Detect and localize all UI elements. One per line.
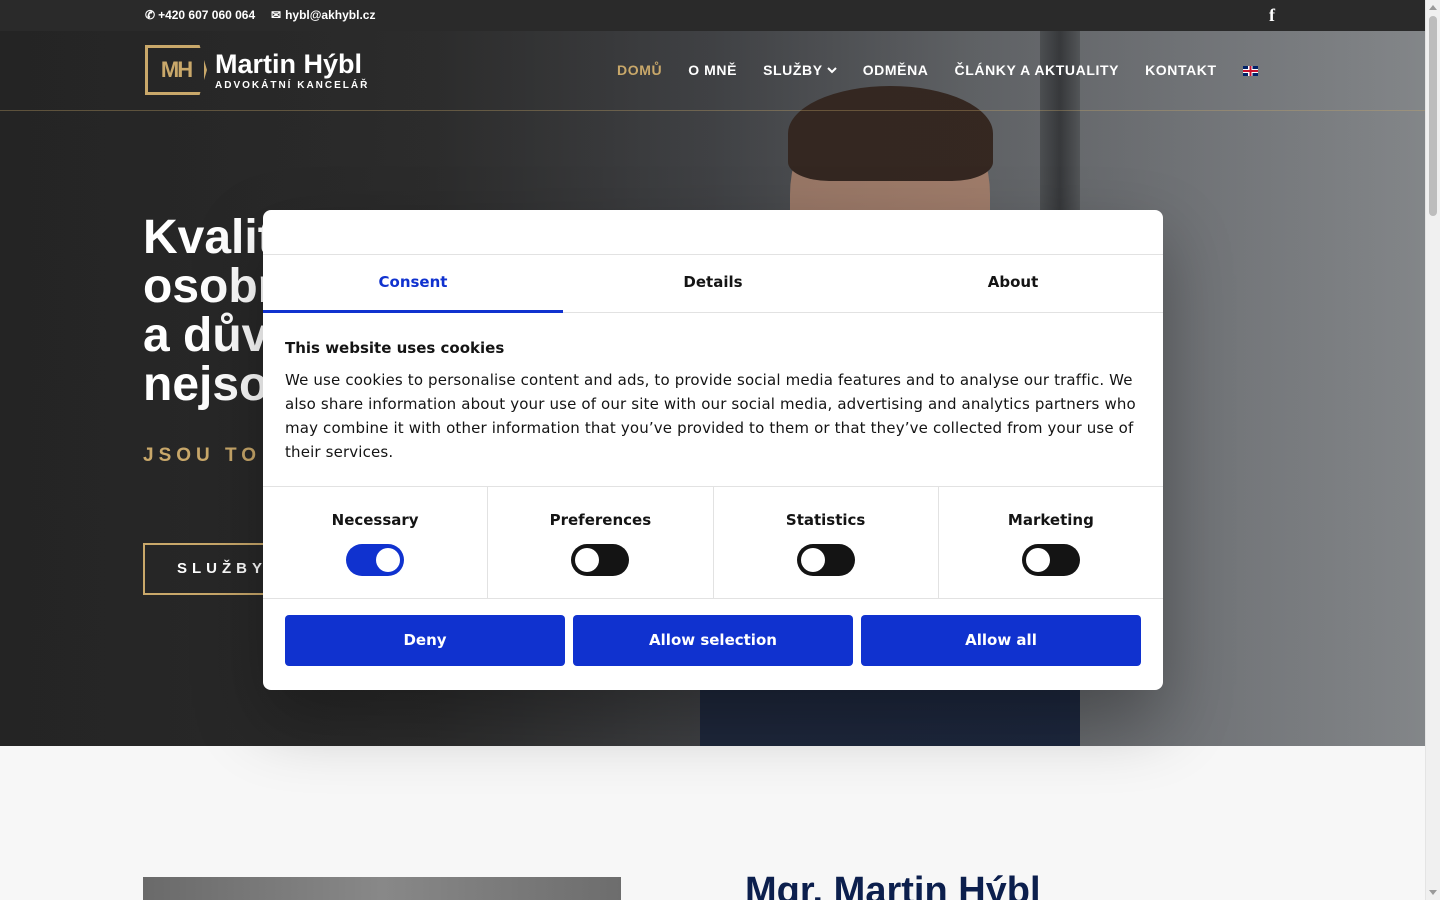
toggle-label-preferences: Preferences xyxy=(549,511,652,529)
allow-selection-button[interactable]: Allow selection xyxy=(573,615,853,666)
page-scrollbar[interactable] xyxy=(1425,0,1440,900)
header-divider xyxy=(0,110,1425,111)
allow-all-button[interactable]: Allow all xyxy=(861,615,1141,666)
toggle-label-marketing: Marketing xyxy=(1007,511,1094,529)
uk-flag-icon xyxy=(1242,66,1258,76)
tab-consent[interactable]: Consent xyxy=(263,255,563,313)
dialog-body: This website uses cookies We use cookies… xyxy=(263,313,1163,487)
scroll-down-icon[interactable] xyxy=(1429,890,1437,895)
toggle-group-necessary: Necessary xyxy=(263,487,489,598)
logo-subtitle: ADVOKÁTNÍ KANCELÁŘ xyxy=(215,79,370,91)
consent-toggles: Necessary Preferences Statistics Marketi… xyxy=(263,487,1163,599)
about-photo xyxy=(143,877,621,900)
dialog-tabs: Consent Details About xyxy=(263,255,1163,313)
phone-link[interactable]: ✆ +420 607 060 064 xyxy=(145,8,255,22)
toggle-group-statistics: Statistics xyxy=(714,487,939,598)
logo-name: Martin Hýbl xyxy=(215,48,363,79)
scrollbar-thumb[interactable] xyxy=(1429,16,1437,216)
phone-icon: ✆ xyxy=(145,8,156,22)
phone-number: +420 607 060 064 xyxy=(158,8,256,22)
about-heading: Mgr. Martin Hýbl xyxy=(745,870,1041,900)
toggle-label-necessary: Necessary xyxy=(331,511,419,529)
chevron-down-icon xyxy=(826,66,837,73)
toggle-knob xyxy=(376,548,401,572)
nav-item-contact[interactable]: KONTAKT xyxy=(1145,62,1217,78)
nav-item-home[interactable]: DOMŮ xyxy=(617,62,662,78)
statistics-toggle[interactable] xyxy=(796,544,855,576)
nav-item-services[interactable]: SLUŽBY xyxy=(763,62,837,78)
language-switch[interactable] xyxy=(1242,62,1258,78)
dialog-header xyxy=(263,210,1163,255)
facebook-icon[interactable]: f xyxy=(1269,5,1275,26)
envelope-icon: ✉ xyxy=(271,8,282,22)
nav-item-articles[interactable]: ČLÁNKY A AKTUALITY xyxy=(955,62,1120,78)
dialog-heading: This website uses cookies xyxy=(285,339,505,357)
logo-mark: MH xyxy=(145,45,207,95)
nav-item-about[interactable]: O MNĚ xyxy=(688,62,737,78)
site-logo[interactable]: MH Martin Hýbl ADVOKÁTNÍ KANCELÁŘ xyxy=(145,45,369,95)
toggle-group-marketing: Marketing xyxy=(939,487,1163,598)
main-nav: DOMŮ O MNĚ SLUŽBY ODMĚNA ČLÁNKY A AKTUAL… xyxy=(617,62,1284,78)
toggle-knob xyxy=(1025,548,1050,572)
tab-about[interactable]: About xyxy=(863,255,1163,312)
toggle-knob xyxy=(575,548,600,572)
email-address: hybl@akhybl.cz xyxy=(285,8,376,22)
toggle-group-preferences: Preferences xyxy=(488,487,714,598)
tab-details[interactable]: Details xyxy=(563,255,863,312)
top-bar: ✆ +420 607 060 064 ✉ hybl@akhybl.cz f xyxy=(0,0,1425,31)
marketing-toggle[interactable] xyxy=(1021,544,1080,576)
toggle-knob xyxy=(800,548,825,572)
necessary-toggle[interactable] xyxy=(346,544,405,576)
dialog-buttons: Deny Allow selection Allow all xyxy=(263,599,1163,666)
email-link[interactable]: ✉ hybl@akhybl.cz xyxy=(271,8,375,22)
cookie-consent-dialog: Consent Details About This website uses … xyxy=(263,210,1163,690)
preferences-toggle[interactable] xyxy=(571,544,630,576)
nav-item-fees[interactable]: ODMĚNA xyxy=(863,62,929,78)
deny-button[interactable]: Deny xyxy=(285,615,565,666)
toggle-label-statistics: Statistics xyxy=(785,511,866,529)
dialog-text: We use cookies to personalise content an… xyxy=(285,371,1136,461)
scroll-up-icon[interactable] xyxy=(1429,5,1437,10)
